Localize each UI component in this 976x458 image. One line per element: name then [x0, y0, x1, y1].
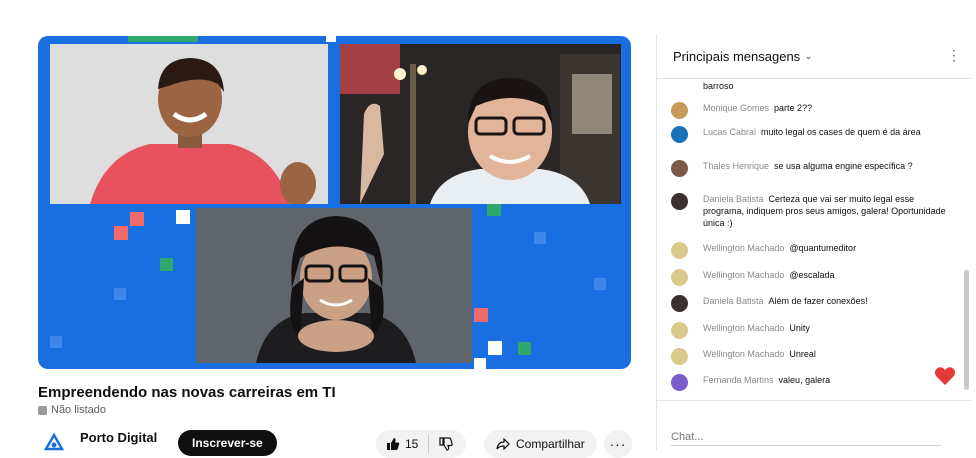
chat-message: barroso: [671, 80, 951, 92]
message-text: Unity: [789, 323, 810, 333]
avatar: [671, 374, 688, 391]
chat-message-list[interactable]: barroso Monique Gomes parte 2?? Lucas Cab…: [657, 80, 957, 398]
chat-message: Wellington Machado Unity: [671, 322, 951, 339]
message-text: valeu, galera: [778, 375, 831, 385]
chat-message: Monique Gomes parte 2??: [671, 102, 951, 119]
message-author[interactable]: Daniela Batista: [703, 194, 764, 204]
message-text: Além de fazer conexões!: [768, 296, 868, 306]
avatar: [671, 102, 688, 119]
participant-tile-2: [340, 44, 621, 204]
decor-square: [50, 336, 62, 348]
chat-message: Fernanda Martins valeu, galera: [671, 374, 951, 391]
thumbs-down-icon: [439, 437, 454, 451]
chat-message: Wellington Machado @quantumeditor: [671, 242, 951, 259]
message-author[interactable]: Thales Henrique: [703, 161, 769, 171]
thumbs-up-icon: [387, 438, 400, 450]
chat-mode-selector[interactable]: Principais mensagens: [673, 49, 800, 64]
chat-message: Lucas Cabral muito legal os cases de quem…: [671, 126, 951, 143]
decor-square: [487, 202, 501, 216]
share-button[interactable]: Compartilhar: [484, 430, 597, 458]
subscribe-button[interactable]: Inscrever-se: [178, 430, 277, 456]
message-author[interactable]: Daniela Batista: [703, 296, 764, 306]
decor-square: [534, 232, 546, 244]
visibility-label: Não listado: [38, 404, 106, 416]
decor-square: [518, 342, 531, 355]
color-strip: [38, 36, 631, 42]
live-chat-panel: Principais mensagens ⌄ ⋮ barroso Monique…: [656, 34, 971, 450]
message-author[interactable]: Wellington Machado: [703, 323, 784, 333]
share-label: Compartilhar: [516, 437, 585, 451]
message-author[interactable]: Wellington Machado: [703, 349, 784, 359]
decor-square: [114, 288, 126, 300]
chat-message: Daniela Batista Além de fazer conexões!: [671, 295, 951, 312]
avatar: [671, 295, 688, 312]
chat-message: Wellington Machado @escalada: [671, 269, 951, 286]
heart-icon[interactable]: [934, 366, 956, 386]
message-author[interactable]: Wellington Machado: [703, 243, 784, 253]
chat-header: Principais mensagens ⌄ ⋮: [657, 34, 971, 79]
message-author[interactable]: Fernanda Martins: [703, 375, 774, 385]
decor-square: [114, 226, 128, 240]
visibility-text: Não listado: [51, 404, 107, 416]
lock-icon: [38, 405, 47, 415]
avatar: [671, 160, 688, 177]
chevron-down-icon[interactable]: ⌄: [804, 51, 812, 62]
message-text: muito legal os cases de quem é da área: [761, 127, 921, 137]
avatar: [671, 322, 688, 339]
message-author[interactable]: Lucas Cabral: [703, 127, 756, 137]
avatar: [671, 348, 688, 365]
more-actions-button[interactable]: ···: [604, 430, 632, 458]
message-text: @quantumeditor: [789, 243, 857, 253]
message-text: se usa alguma engine específica ?: [774, 161, 913, 171]
message-text: barroso: [703, 81, 734, 91]
message-author[interactable]: Monique Gomes: [703, 103, 769, 113]
share-icon: [496, 438, 510, 450]
chat-message: Thales Henrique se usa alguma engine espe…: [671, 160, 951, 177]
chat-scrollbar[interactable]: [964, 270, 969, 390]
avatar: [671, 269, 688, 286]
message-author[interactable]: Wellington Machado: [703, 270, 784, 280]
avatar: [671, 242, 688, 259]
video-title: Empreendendo nas novas carreiras em TI: [38, 384, 336, 401]
like-button[interactable]: 15: [376, 430, 428, 458]
message-text: parte 2??: [774, 103, 813, 113]
avatar: [671, 193, 688, 210]
decor-square: [488, 341, 502, 355]
participant-tile-1: [50, 44, 328, 204]
decor-square: [160, 258, 173, 271]
chat-footer: [657, 400, 971, 451]
message-text: @escalada: [789, 270, 835, 280]
decor-square: [130, 212, 144, 226]
chat-input[interactable]: [671, 429, 941, 446]
video-player[interactable]: [38, 36, 631, 369]
message-text: Unreal: [789, 349, 816, 359]
like-count: 15: [405, 437, 419, 451]
decor-square: [176, 210, 190, 224]
avatar: [671, 126, 688, 143]
channel-name[interactable]: Porto Digital: [80, 430, 157, 445]
like-dislike-group: 15: [376, 430, 466, 458]
chat-message: Daniela Batista Certeza que vai ser muito…: [671, 193, 951, 229]
more-vertical-icon[interactable]: ⋮: [947, 47, 961, 64]
decor-square: [474, 308, 488, 322]
decor-square: [594, 278, 606, 290]
participant-tile-3: [196, 208, 472, 363]
chat-message: Wellington Machado Unreal: [671, 348, 951, 365]
dislike-button[interactable]: [429, 430, 463, 458]
decor-square: [474, 358, 486, 369]
